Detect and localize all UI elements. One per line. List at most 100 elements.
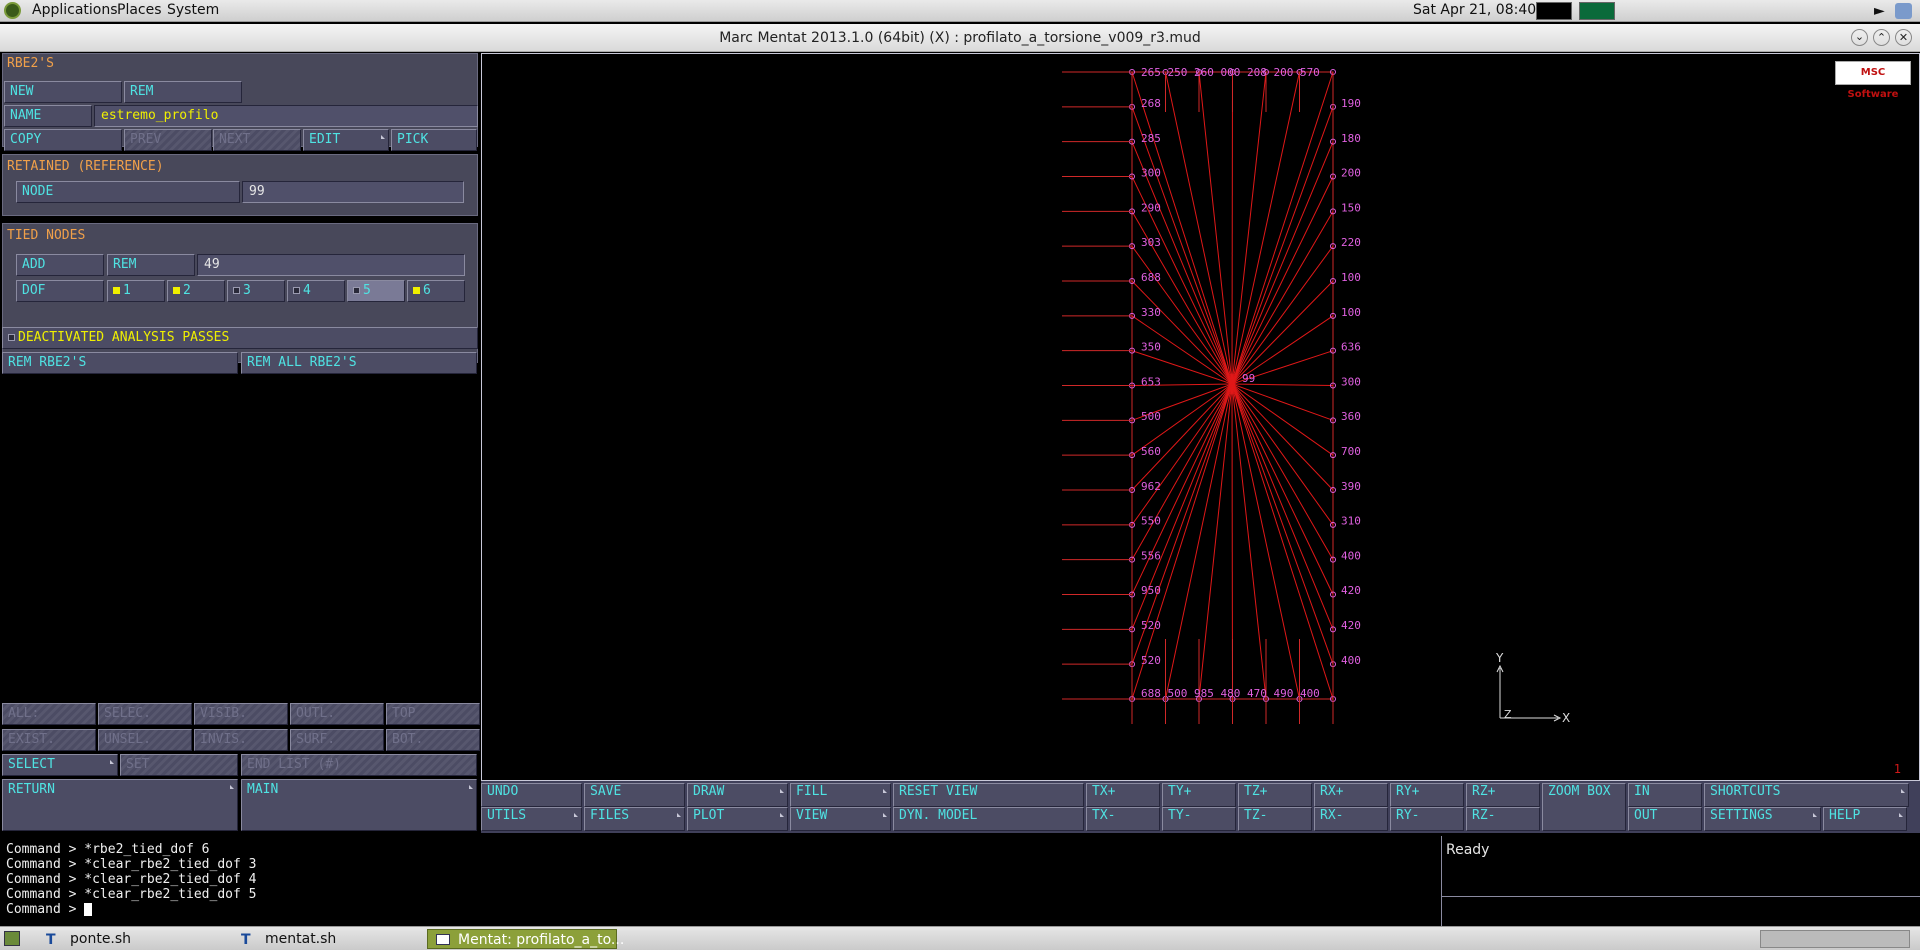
window-titlebar[interactable]: Marc Mentat 2013.1.0 (64bit) (X) : profi… (0, 24, 1920, 52)
toolbar-tym-button[interactable]: TY- (1162, 807, 1236, 831)
select-grid-row1-1[interactable]: SELEC. (98, 703, 192, 725)
command-history[interactable]: Command > *rbe2_tied_dof 6 Command > *cle… (0, 836, 1440, 926)
edit-button[interactable]: EDIT (303, 129, 389, 151)
dof-2-toggle[interactable]: 2 (167, 280, 225, 302)
toolbar-shortcuts-button[interactable]: SHORTCUTS (1704, 783, 1909, 807)
toolbar-out-button[interactable]: OUT (1628, 807, 1702, 831)
rem-all-rbe2-button[interactable]: REM ALL RBE2'S (241, 352, 477, 374)
toolbar-rzp-button[interactable]: RZ+ (1466, 783, 1540, 807)
gnome-foot-icon[interactable] (4, 2, 21, 19)
select-grid-row2-2[interactable]: INVIS. (194, 729, 288, 751)
volume-icon[interactable]: ► (1874, 3, 1885, 19)
right-node-label: 420 (1341, 619, 1361, 632)
toolbar-settings-button[interactable]: SETTINGS (1704, 807, 1821, 831)
toolbar-rxm-button[interactable]: RX- (1314, 807, 1388, 831)
dof-checkbox-icon (113, 287, 120, 294)
toolbar-tzp-button[interactable]: TZ+ (1238, 783, 1312, 807)
workspace-1[interactable] (1536, 2, 1572, 20)
tied-rem-button[interactable]: REM (107, 254, 195, 276)
dof-4-toggle[interactable]: 4 (287, 280, 345, 302)
node-button[interactable]: NODE (16, 181, 240, 203)
applications-menu[interactable]: Applications (32, 2, 118, 18)
places-menu[interactable]: Places (117, 2, 162, 18)
close-icon[interactable]: ✕ (1895, 29, 1912, 46)
toolbar-in-button[interactable]: IN (1628, 783, 1702, 807)
new-button[interactable]: NEW (4, 81, 122, 103)
select-button[interactable]: SELECT (2, 754, 118, 776)
task-ponte[interactable]: Tponte.sh (40, 929, 220, 949)
toolbar-dyn-model-button[interactable]: DYN. MODEL (893, 807, 1084, 831)
maximize-icon[interactable]: ⌃ (1873, 29, 1890, 46)
tied-count-field[interactable]: 49 (197, 254, 465, 276)
select-grid-row2-0[interactable]: EXIST. (2, 729, 96, 751)
task-mentat-window[interactable]: Mentat: profilato_a_to... (427, 929, 624, 949)
toolbar-ryp-button[interactable]: RY+ (1390, 783, 1464, 807)
toolbar-plot-button[interactable]: PLOT (687, 807, 788, 831)
toolbar-txm-button[interactable]: TX- (1086, 807, 1160, 831)
clock[interactable]: Sat Apr 21, 08:40 (1413, 2, 1536, 18)
dof-5-toggle[interactable]: 5 (347, 280, 405, 302)
add-button[interactable]: ADD (16, 254, 104, 276)
toolbar-rzm-button[interactable]: RZ- (1466, 807, 1540, 831)
deactivated-passes-toggle[interactable]: DEACTIVATED ANALYSIS PASSES (2, 327, 478, 349)
system-menu[interactable]: System (167, 2, 219, 18)
toolbar-rym-button[interactable]: RY- (1390, 807, 1464, 831)
toolbar-files-button[interactable]: FILES (584, 807, 685, 831)
minimize-icon[interactable]: ⌄ (1851, 29, 1868, 46)
toolbar-view-button[interactable]: VIEW (790, 807, 891, 831)
select-grid-row2-3[interactable]: SURF. (290, 729, 384, 751)
task-mentat[interactable]: Tmentat.sh (235, 929, 415, 949)
next-button[interactable]: NEXT (213, 129, 301, 151)
prev-button[interactable]: PREV (124, 129, 212, 151)
rem-button[interactable]: REM (124, 81, 242, 103)
rem-rbe2-button[interactable]: REM RBE2'S (2, 352, 238, 374)
toolbar-utils-button[interactable]: UTILS (481, 807, 582, 831)
toolbar-rxp-button[interactable]: RX+ (1314, 783, 1388, 807)
deactivated-checkbox-icon (8, 334, 15, 341)
show-desktop-icon[interactable] (4, 931, 20, 946)
dof-3-toggle[interactable]: 3 (227, 280, 285, 302)
toolbar-zoom-box-button[interactable]: ZOOM BOX (1542, 783, 1626, 831)
right-node-label: 150 (1341, 201, 1361, 214)
toolbar-help-button[interactable]: HELP (1823, 807, 1907, 831)
select-grid-row2-4[interactable]: BOT. (386, 729, 480, 751)
select-grid-row1-3[interactable]: OUTL. (290, 703, 384, 725)
set-button[interactable]: SET (120, 754, 238, 776)
user-icon[interactable] (1895, 3, 1912, 19)
toolbar-reset-view-button[interactable]: RESET VIEW (893, 783, 1084, 807)
dof-checkbox-icon (173, 287, 180, 294)
left-node-label: 688 (1141, 271, 1161, 284)
main-button[interactable]: MAIN (241, 779, 477, 831)
select-grid-row1-0[interactable]: ALL: (2, 703, 96, 725)
dof-6-toggle[interactable]: 6 (407, 280, 465, 302)
graphics-viewport[interactable]: 268 285 300 290 303 688 330 350 653 500 560 962 550 5… (481, 53, 1920, 781)
dof-1-toggle[interactable]: 1 (107, 280, 165, 302)
toolbar-tzm-button[interactable]: TZ- (1238, 807, 1312, 831)
command-prompt[interactable]: Command > (6, 902, 1440, 917)
toolbar-txp-button[interactable]: TX+ (1086, 783, 1160, 807)
return-button[interactable]: RETURN (2, 779, 238, 831)
select-grid-row1-2[interactable]: VISIB. (194, 703, 288, 725)
spider-line (1231, 280, 1334, 385)
toolbar-save-button[interactable]: SAVE (584, 783, 685, 807)
workspace-2[interactable] (1579, 2, 1615, 20)
spider-line (1231, 211, 1334, 385)
select-grid-row2-1[interactable]: UNSEL. (98, 729, 192, 751)
left-node-label: 290 (1141, 201, 1161, 214)
toolbar-draw-button[interactable]: DRAW (687, 783, 788, 807)
copy-button[interactable]: COPY (4, 129, 122, 151)
name-button[interactable]: NAME (4, 105, 92, 127)
dof-button[interactable]: DOF (16, 280, 104, 302)
pick-button[interactable]: PICK (391, 129, 477, 151)
toolbar-fill-button[interactable]: FILL (790, 783, 891, 807)
viewport-number: 1 (1893, 762, 1901, 776)
right-node-label: 180 (1341, 132, 1361, 145)
toolbar-undo-button[interactable]: UNDO (481, 783, 582, 807)
model-drawing[interactable]: 268 285 300 290 303 688 330 350 653 500 560 962 550 5… (482, 54, 1919, 780)
name-field[interactable]: estremo_profilo (94, 105, 478, 127)
end-list-button[interactable]: END LIST (#) (241, 754, 477, 776)
workspace-switcher[interactable] (1760, 930, 1910, 948)
node-field[interactable]: 99 (242, 181, 464, 203)
toolbar-typ-button[interactable]: TY+ (1162, 783, 1236, 807)
select-grid-row1-4[interactable]: TOP (386, 703, 480, 725)
